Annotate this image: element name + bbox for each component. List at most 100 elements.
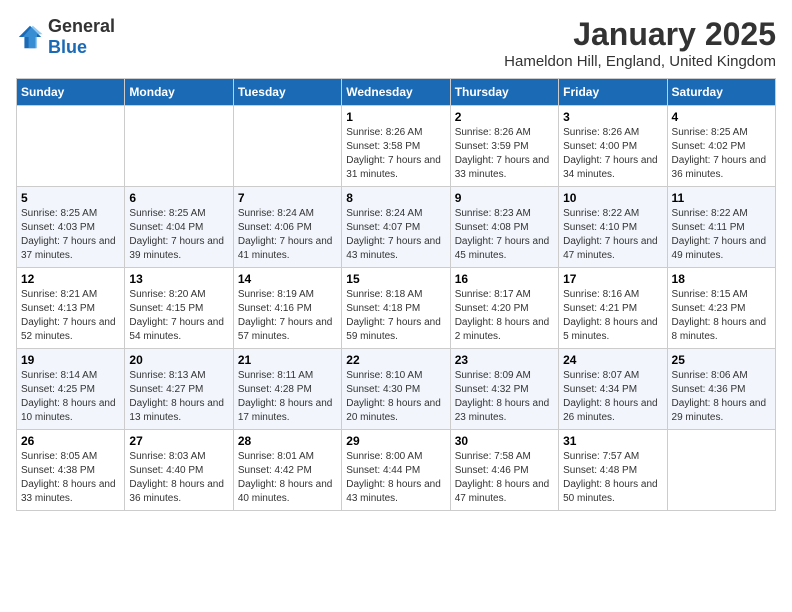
day-info: Sunrise: 8:15 AMSunset: 4:23 PMDaylight:… (672, 288, 771, 344)
day-number: 10 (563, 191, 662, 205)
header-tuesday: Tuesday (233, 79, 341, 106)
day-cell: 14 Sunrise: 8:19 AMSunset: 4:16 PMDayligh… (233, 268, 341, 349)
day-number: 29 (346, 434, 445, 448)
day-cell: 19 Sunrise: 8:14 AMSunset: 4:25 PMDayligh… (17, 349, 125, 430)
day-cell: 30 Sunrise: 7:58 AMSunset: 4:46 PMDayligh… (450, 430, 558, 511)
week-row-3: 12 Sunrise: 8:21 AMSunset: 4:13 PMDayligh… (17, 268, 776, 349)
day-info: Sunrise: 8:25 AMSunset: 4:03 PMDaylight:… (21, 207, 120, 263)
page-header: General Blue January 2025 Hameldon Hill,… (16, 16, 776, 70)
day-number: 17 (563, 272, 662, 286)
calendar-title: January 2025 (504, 16, 776, 53)
day-number: 9 (455, 191, 554, 205)
title-area: January 2025 Hameldon Hill, England, Uni… (504, 16, 776, 70)
day-cell: 8Sunrise: 8:24 AMSunset: 4:07 PMDaylight… (342, 187, 450, 268)
day-cell: 20 Sunrise: 8:13 AMSunset: 4:27 PMDayligh… (125, 349, 233, 430)
day-info: Sunrise: 8:22 AMSunset: 4:11 PMDaylight:… (672, 207, 771, 263)
day-cell (233, 106, 341, 187)
day-cell: 28Sunrise: 8:01 AMSunset: 4:42 PMDayligh… (233, 430, 341, 511)
logo-icon (16, 23, 44, 51)
header-thursday: Thursday (450, 79, 558, 106)
day-number: 21 (238, 353, 337, 367)
day-number: 20 (129, 353, 228, 367)
week-row-1: 1Sunrise: 8:26 AMSunset: 3:58 PMDaylight… (17, 106, 776, 187)
week-row-5: 26 Sunrise: 8:05 AMSunset: 4:38 PMDayligh… (17, 430, 776, 511)
day-cell: 22 Sunrise: 8:10 AMSunset: 4:30 PMDayligh… (342, 349, 450, 430)
day-info: Sunrise: 8:03 AMSunset: 4:40 PMDaylight:… (129, 450, 228, 506)
logo-general: General (48, 16, 115, 36)
day-info: Sunrise: 8:00 AMSunset: 4:44 PMDaylight:… (346, 450, 445, 506)
day-info: Sunrise: 8:05 AMSunset: 4:38 PMDaylight:… (21, 450, 120, 506)
day-info: Sunrise: 8:11 AMSunset: 4:28 PMDaylight:… (238, 369, 337, 425)
day-number: 6 (129, 191, 228, 205)
day-info: Sunrise: 8:19 AMSunset: 4:16 PMDaylight:… (238, 288, 337, 344)
day-cell: 21 Sunrise: 8:11 AMSunset: 4:28 PMDayligh… (233, 349, 341, 430)
day-cell (125, 106, 233, 187)
day-cell: 7Sunrise: 8:24 AMSunset: 4:06 PMDaylight… (233, 187, 341, 268)
day-info: Sunrise: 8:16 AMSunset: 4:21 PMDaylight:… (563, 288, 662, 344)
day-number: 27 (129, 434, 228, 448)
day-info: Sunrise: 8:17 AMSunset: 4:20 PMDaylight:… (455, 288, 554, 344)
day-info: Sunrise: 8:26 AMSunset: 4:00 PMDaylight:… (563, 126, 662, 182)
day-cell (667, 430, 775, 511)
header-friday: Friday (559, 79, 667, 106)
day-number: 18 (672, 272, 771, 286)
day-info: Sunrise: 7:57 AMSunset: 4:48 PMDaylight:… (563, 450, 662, 506)
day-cell: 25 Sunrise: 8:06 AMSunset: 4:36 PMDayligh… (667, 349, 775, 430)
day-info: Sunrise: 8:13 AMSunset: 4:27 PMDaylight:… (129, 369, 228, 425)
day-cell: 27 Sunrise: 8:03 AMSunset: 4:40 PMDayligh… (125, 430, 233, 511)
day-number: 31 (563, 434, 662, 448)
day-cell: 26 Sunrise: 8:05 AMSunset: 4:38 PMDayligh… (17, 430, 125, 511)
calendar-table: SundayMondayTuesdayWednesdayThursdayFrid… (16, 78, 776, 511)
day-info: Sunrise: 8:18 AMSunset: 4:18 PMDaylight:… (346, 288, 445, 344)
day-cell: 23 Sunrise: 8:09 AMSunset: 4:32 PMDayligh… (450, 349, 558, 430)
day-number: 23 (455, 353, 554, 367)
day-info: Sunrise: 8:23 AMSunset: 4:08 PMDaylight:… (455, 207, 554, 263)
day-info: Sunrise: 8:22 AMSunset: 4:10 PMDaylight:… (563, 207, 662, 263)
day-info: Sunrise: 8:26 AMSunset: 3:58 PMDaylight:… (346, 126, 445, 182)
day-number: 30 (455, 434, 554, 448)
week-row-2: 5Sunrise: 8:25 AMSunset: 4:03 PMDaylight… (17, 187, 776, 268)
day-cell: 12 Sunrise: 8:21 AMSunset: 4:13 PMDayligh… (17, 268, 125, 349)
day-info: Sunrise: 8:10 AMSunset: 4:30 PMDaylight:… (346, 369, 445, 425)
day-cell: 31 Sunrise: 7:57 AMSunset: 4:48 PMDayligh… (559, 430, 667, 511)
day-info: Sunrise: 8:26 AMSunset: 3:59 PMDaylight:… (455, 126, 554, 182)
day-info: Sunrise: 8:07 AMSunset: 4:34 PMDaylight:… (563, 369, 662, 425)
day-number: 2 (455, 110, 554, 124)
day-cell: 29 Sunrise: 8:00 AMSunset: 4:44 PMDayligh… (342, 430, 450, 511)
header-monday: Monday (125, 79, 233, 106)
day-info: Sunrise: 7:58 AMSunset: 4:46 PMDaylight:… (455, 450, 554, 506)
day-number: 12 (21, 272, 120, 286)
day-number: 16 (455, 272, 554, 286)
calendar-subtitle: Hameldon Hill, England, United Kingdom (504, 53, 776, 70)
day-info: Sunrise: 8:20 AMSunset: 4:15 PMDaylight:… (129, 288, 228, 344)
day-cell: 15Sunrise: 8:18 AMSunset: 4:18 PMDayligh… (342, 268, 450, 349)
day-number: 8 (346, 191, 445, 205)
day-info: Sunrise: 8:14 AMSunset: 4:25 PMDaylight:… (21, 369, 120, 425)
day-number: 22 (346, 353, 445, 367)
day-cell: 5Sunrise: 8:25 AMSunset: 4:03 PMDaylight… (17, 187, 125, 268)
day-number: 14 (238, 272, 337, 286)
day-number: 28 (238, 434, 337, 448)
day-number: 3 (563, 110, 662, 124)
day-number: 19 (21, 353, 120, 367)
day-info: Sunrise: 8:06 AMSunset: 4:36 PMDaylight:… (672, 369, 771, 425)
header-saturday: Saturday (667, 79, 775, 106)
day-info: Sunrise: 8:25 AMSunset: 4:04 PMDaylight:… (129, 207, 228, 263)
day-cell: 1Sunrise: 8:26 AMSunset: 3:58 PMDaylight… (342, 106, 450, 187)
day-cell: 4Sunrise: 8:25 AMSunset: 4:02 PMDaylight… (667, 106, 775, 187)
day-cell: 2 Sunrise: 8:26 AMSunset: 3:59 PMDaylight… (450, 106, 558, 187)
day-number: 11 (672, 191, 771, 205)
day-cell: 17 Sunrise: 8:16 AMSunset: 4:21 PMDayligh… (559, 268, 667, 349)
day-cell (17, 106, 125, 187)
day-cell: 6 Sunrise: 8:25 AMSunset: 4:04 PMDaylight… (125, 187, 233, 268)
day-cell: 10 Sunrise: 8:22 AMSunset: 4:10 PMDayligh… (559, 187, 667, 268)
day-cell: 16 Sunrise: 8:17 AMSunset: 4:20 PMDayligh… (450, 268, 558, 349)
day-info: Sunrise: 8:09 AMSunset: 4:32 PMDaylight:… (455, 369, 554, 425)
day-info: Sunrise: 8:25 AMSunset: 4:02 PMDaylight:… (672, 126, 771, 182)
day-info: Sunrise: 8:21 AMSunset: 4:13 PMDaylight:… (21, 288, 120, 344)
day-cell: 11 Sunrise: 8:22 AMSunset: 4:11 PMDayligh… (667, 187, 775, 268)
day-number: 7 (238, 191, 337, 205)
day-number: 25 (672, 353, 771, 367)
header-sunday: Sunday (17, 79, 125, 106)
day-number: 26 (21, 434, 120, 448)
